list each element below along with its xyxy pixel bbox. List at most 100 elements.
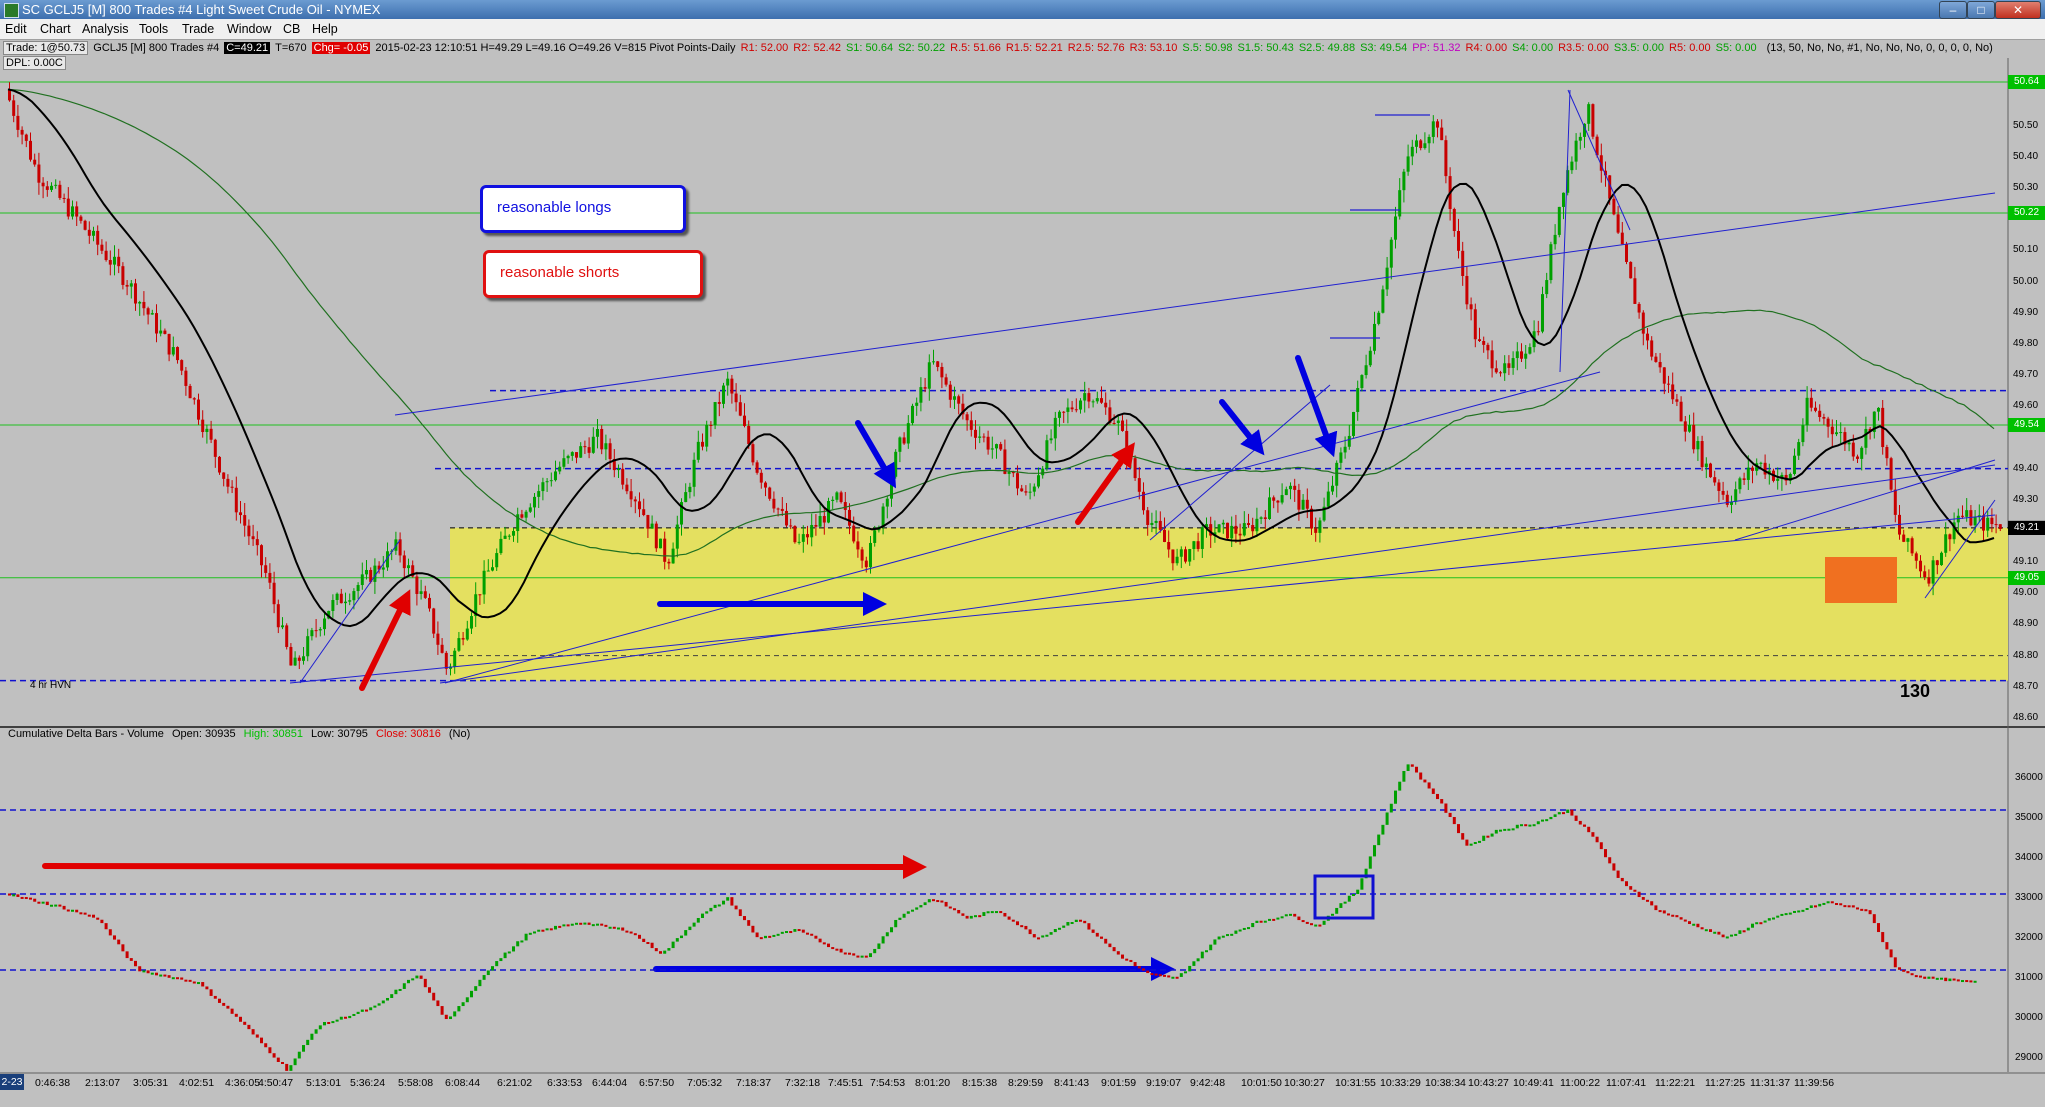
orange-marker: [1825, 557, 1897, 603]
menu-tools[interactable]: Tools: [139, 22, 168, 36]
pivot-readout: R1: 52.00: [740, 42, 789, 54]
minimize-button[interactable]: –: [1939, 1, 1967, 19]
delta-candle: [239, 1016, 242, 1022]
delta-candle: [1566, 809, 1570, 813]
price-candle: [713, 402, 717, 426]
delta-candle: [591, 924, 595, 927]
delta-candle: [1625, 881, 1628, 887]
delta-candle: [1280, 916, 1284, 919]
delta-candle: [1041, 935, 1045, 938]
delta-candle: [1650, 901, 1654, 906]
delta-candle: [894, 919, 898, 928]
delta-candle: [1431, 788, 1435, 794]
close-button[interactable]: ✕: [1995, 1, 2041, 19]
price-candle: [776, 508, 780, 510]
delta-candle: [1440, 799, 1444, 804]
delta-candle: [848, 952, 851, 955]
chart-canvas[interactable]: [0, 0, 2045, 1107]
delta-candle: [1713, 931, 1717, 934]
price-candle: [1717, 482, 1721, 491]
price-candle: [789, 525, 793, 527]
price-candle: [1835, 432, 1838, 435]
price-candle: [1742, 478, 1746, 480]
delta-axis-label: 33000: [2015, 892, 2043, 903]
menu-edit[interactable]: Edit: [5, 22, 27, 36]
pivot-readout: S5: 0.00: [1715, 42, 1757, 54]
price-candle: [1095, 398, 1099, 402]
delta-candle: [1826, 901, 1830, 904]
delta-candle: [449, 1016, 452, 1020]
delta-candle: [717, 904, 721, 907]
price-axis-label: 50.50: [2013, 119, 2039, 131]
price-candle: [1402, 171, 1406, 191]
price-candle: [1427, 136, 1431, 144]
price-candle: [1431, 121, 1435, 137]
price-candle: [537, 491, 541, 497]
time-axis-label: 7:05:32: [687, 1077, 723, 1089]
price-candle: [1074, 409, 1078, 411]
delta-candle: [948, 906, 952, 909]
delta-axis-label: 32000: [2015, 932, 2043, 943]
delta-candle: [1461, 833, 1465, 840]
change-readout: Chg= -0.05: [311, 42, 371, 54]
price-candle: [1473, 309, 1477, 340]
price-candle: [1280, 495, 1284, 503]
delta-candle: [96, 917, 100, 920]
price-candle: [1587, 104, 1591, 124]
price-candle: [1221, 522, 1225, 525]
price-axis-label: 50.00: [2013, 275, 2039, 287]
price-candle: [1528, 347, 1532, 354]
delta-candle: [310, 1033, 314, 1040]
price-candle: [108, 260, 112, 265]
price-candle: [1251, 524, 1255, 532]
delta-candle: [789, 931, 793, 934]
price-candle: [486, 570, 490, 572]
price-candle: [1452, 208, 1456, 232]
maximize-button[interactable]: □: [1967, 1, 1995, 19]
delta-candle: [1247, 927, 1250, 930]
price-candle: [1990, 517, 1994, 525]
price-candle: [1877, 407, 1880, 412]
price-candle: [1805, 397, 1809, 426]
time-axis-label: 6:57:50: [639, 1077, 675, 1089]
price-candle: [533, 496, 536, 508]
menu-trade[interactable]: Trade: [182, 22, 214, 36]
menu-help[interactable]: Help: [312, 22, 338, 36]
price-candle: [1902, 534, 1906, 542]
time-axis-label: 9:01:59: [1101, 1077, 1137, 1089]
menu-window[interactable]: Window: [227, 22, 271, 36]
price-candle: [251, 536, 255, 540]
delta-candle: [1322, 920, 1326, 925]
delta-candle: [1217, 936, 1221, 940]
delta-candle: [369, 1007, 373, 1011]
delta-candle: [654, 948, 658, 952]
price-candle: [205, 428, 209, 433]
price-candle: [953, 396, 956, 400]
delta-candle: [906, 911, 910, 914]
delta-candle: [1133, 962, 1137, 967]
delta-candle: [381, 1000, 385, 1004]
price-candle: [1973, 517, 1977, 526]
delta-candle: [155, 972, 158, 976]
time-axis-label: 11:00:22: [1560, 1077, 1601, 1089]
delta-candle: [1024, 925, 1028, 930]
menu-cb[interactable]: CB: [283, 22, 300, 36]
delta-low: Low: 30795: [311, 728, 368, 740]
delta-candle: [1902, 969, 1906, 972]
short-arrow: [42, 854, 927, 879]
delta-candle: [171, 977, 175, 980]
menu-analysis[interactable]: Analysis: [82, 22, 129, 36]
price-candle: [524, 511, 528, 518]
price-candle: [1511, 358, 1515, 368]
delta-candle: [512, 946, 515, 952]
price-candle: [629, 491, 633, 500]
delta-candle: [260, 1037, 263, 1044]
menu-chart[interactable]: Chart: [40, 22, 71, 36]
trade-readout: Trade: 1@50.73: [3, 41, 89, 55]
price-candle: [1297, 489, 1301, 510]
delta-candle: [1184, 971, 1187, 974]
delta-candle: [990, 911, 994, 914]
time-axis-label: 5:58:08: [398, 1077, 434, 1089]
price-candle: [1045, 440, 1049, 469]
delta-candle: [268, 1047, 272, 1054]
